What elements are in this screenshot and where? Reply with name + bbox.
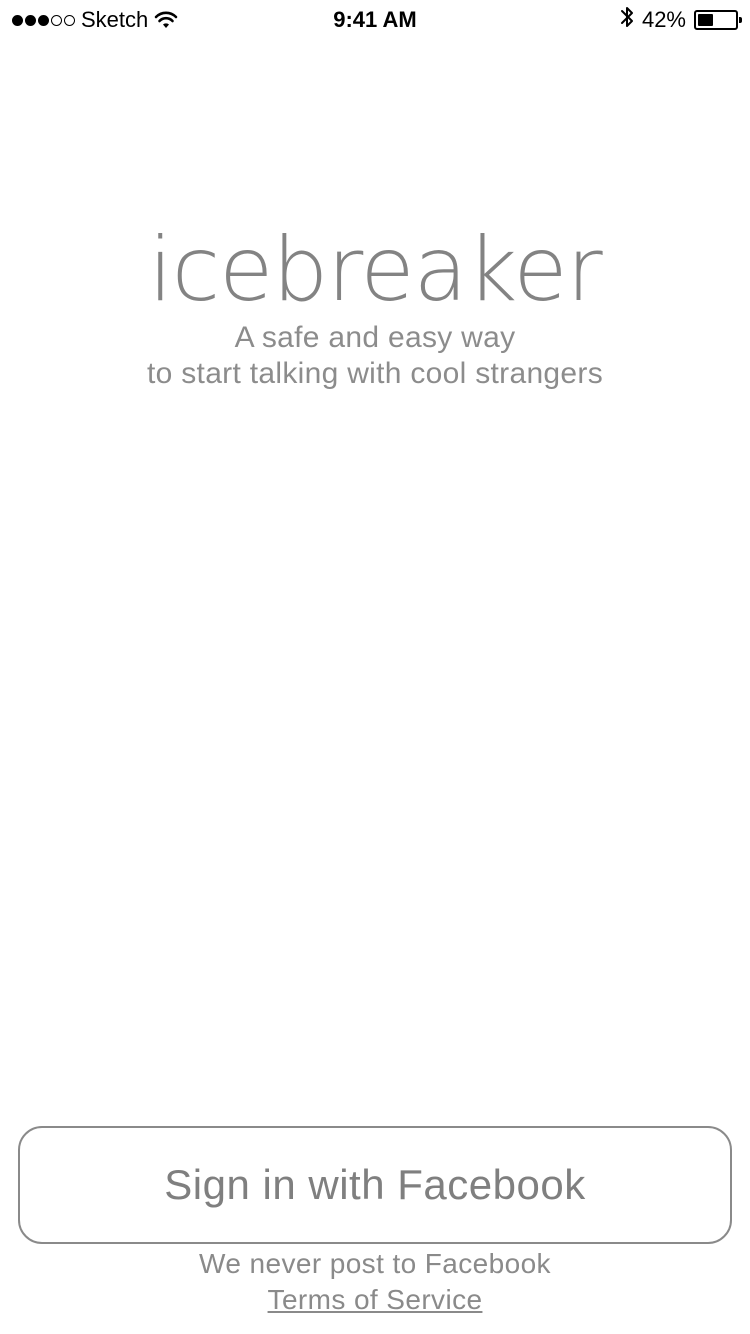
privacy-note: We never post to Facebook: [199, 1248, 551, 1279]
terms-of-service-link[interactable]: Terms of Service: [268, 1284, 483, 1315]
tagline-line-2: to start talking with cool strangers: [147, 357, 603, 390]
sign-in-button-label: Sign in with Facebook: [164, 1161, 586, 1208]
status-bar: Sketch 9:41 AM 42%: [0, 0, 750, 40]
battery-percent: 42%: [641, 7, 686, 32]
battery-icon: [694, 10, 742, 30]
tagline-line-1: A safe and easy way: [234, 321, 516, 354]
app-title: icebreaker: [148, 218, 602, 321]
terms-container: Terms of Service: [0, 1282, 750, 1318]
sign-in-facebook-button[interactable]: Sign in with Facebook: [18, 1126, 732, 1244]
bluetooth-icon: [620, 5, 634, 35]
brand-block: icebreaker A safe and easy way to start …: [0, 220, 750, 392]
status-right: 42%: [620, 5, 742, 35]
battery-level: [698, 14, 713, 26]
